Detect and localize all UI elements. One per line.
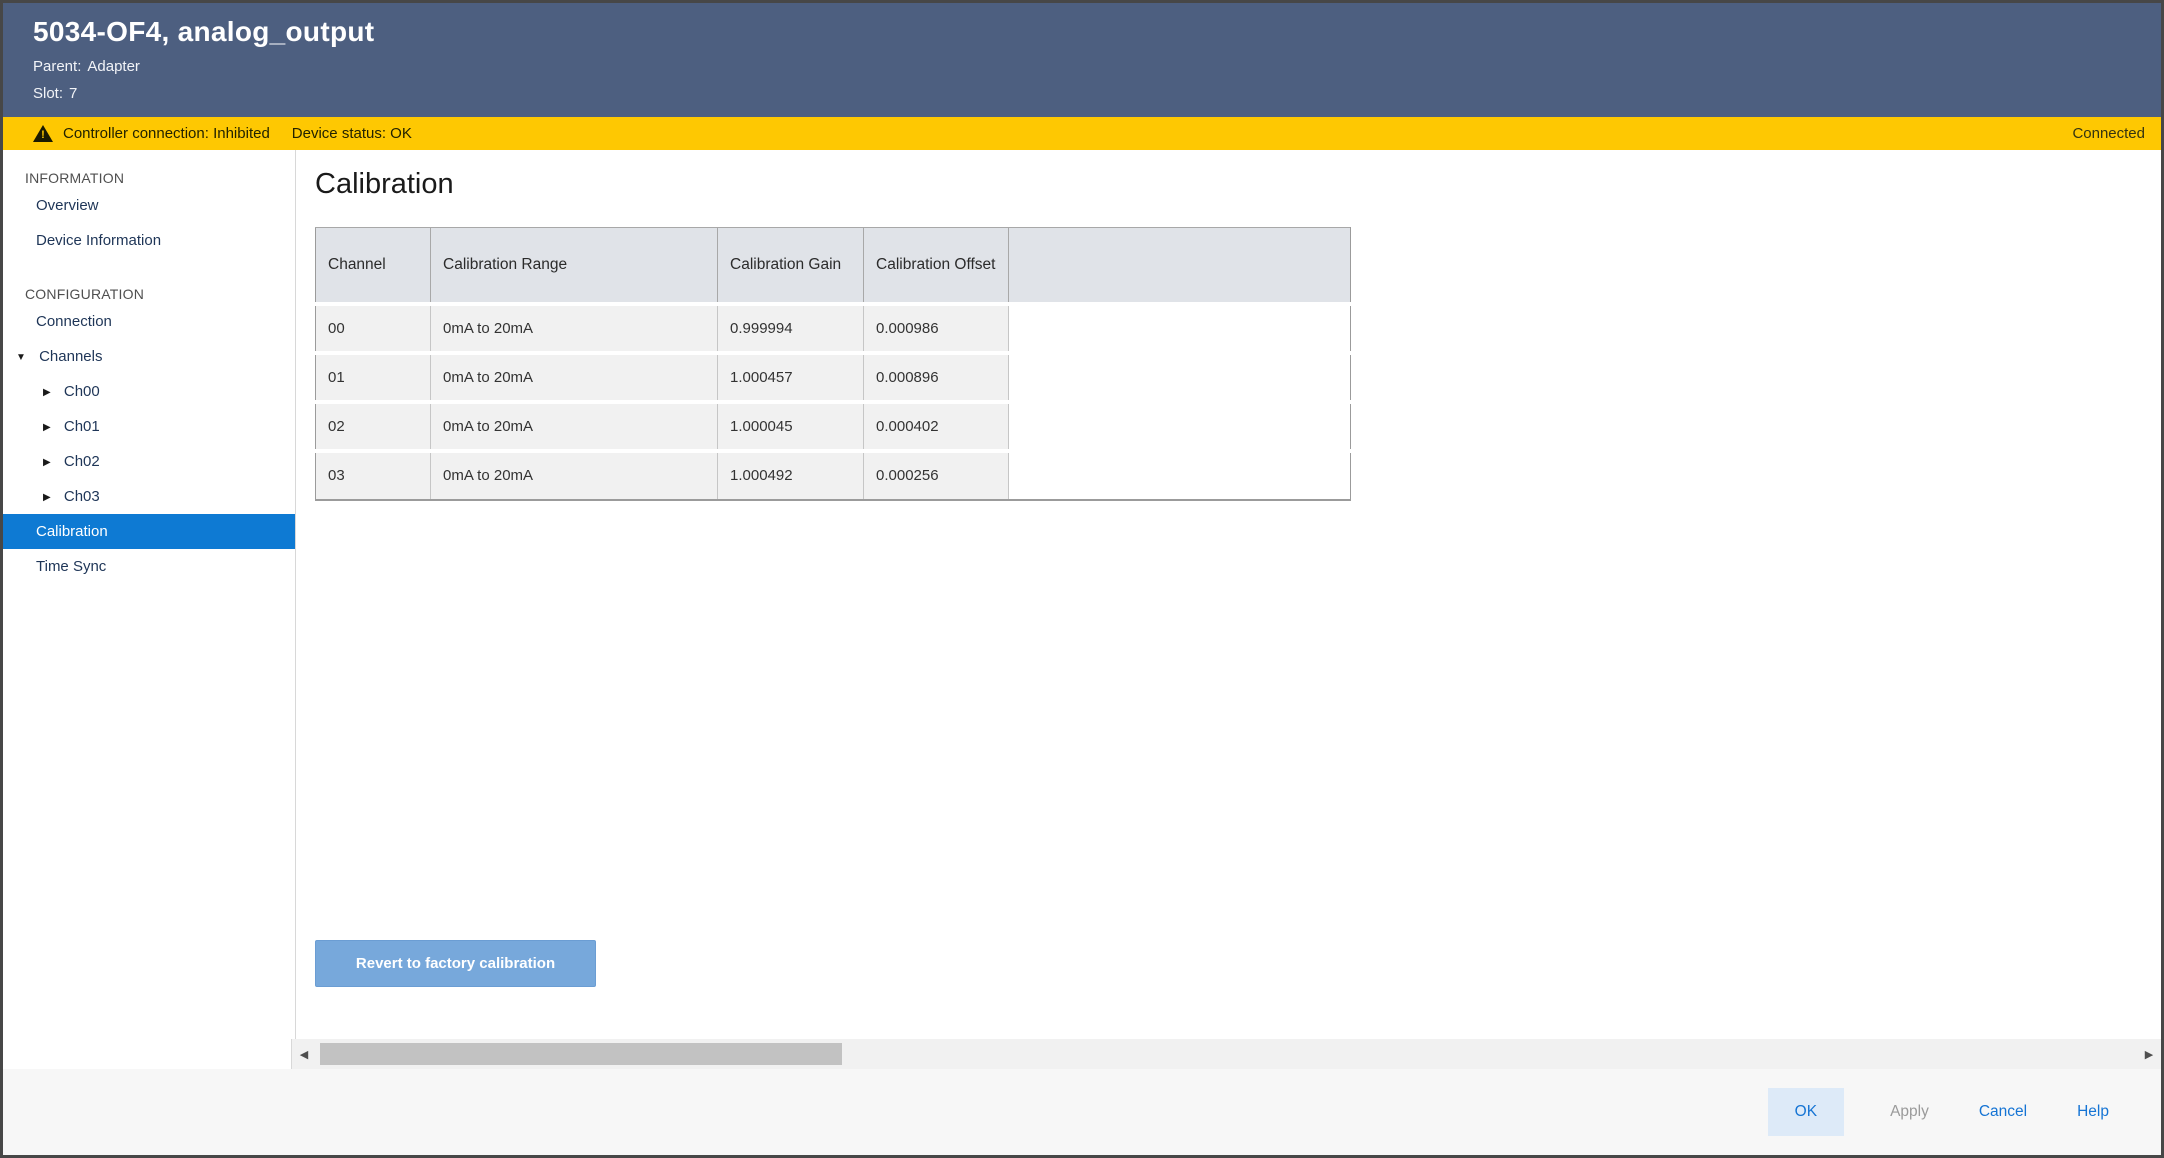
cell-channel: 01 xyxy=(316,353,431,402)
revert-to-factory-calibration-button[interactable]: Revert to factory calibration xyxy=(315,940,596,987)
sidebar: INFORMATION Overview Device Information … xyxy=(3,150,296,1039)
parent-value: Adapter xyxy=(87,58,140,75)
sidebar-item-label: Ch00 xyxy=(64,383,100,400)
scroll-right-icon[interactable]: ▶ xyxy=(2137,1048,2161,1061)
warning-mark: ! xyxy=(41,129,45,141)
col-header-calibration-range: Calibration Range xyxy=(431,228,718,304)
body-area: INFORMATION Overview Device Information … xyxy=(3,150,2161,1039)
table-row: 02 0mA to 20mA 1.000045 0.000402 xyxy=(316,402,1351,451)
sidebar-item-ch01[interactable]: ▶ Ch01 xyxy=(3,409,295,444)
cell-offset: 0.000402 xyxy=(864,402,1009,451)
sidebar-item-label: Ch03 xyxy=(64,488,100,505)
module-title: 5034-OF4, analog_output xyxy=(33,15,2161,49)
chevron-right-icon[interactable]: ▶ xyxy=(43,445,51,480)
title-bar: 5034-OF4, analog_output Parent: Adapter S… xyxy=(3,3,2161,117)
sidebar-item-label: Connection xyxy=(36,313,112,330)
ok-button[interactable]: OK xyxy=(1768,1088,1844,1136)
col-header-calibration-offset: Calibration Offset xyxy=(864,228,1009,304)
table-row: 01 0mA to 20mA 1.000457 0.000896 xyxy=(316,353,1351,402)
table-header-row: Channel Calibration Range Calibration Ga… xyxy=(316,228,1351,304)
cell-range: 0mA to 20mA xyxy=(431,304,718,353)
sidebar-section-configuration: CONFIGURATION xyxy=(25,286,295,302)
cell-blank xyxy=(1009,353,1351,402)
sidebar-item-label: Device Information xyxy=(36,232,161,249)
col-header-calibration-gain: Calibration Gain xyxy=(718,228,864,304)
sidebar-item-label: Calibration xyxy=(36,523,108,540)
parent-line: Parent: Adapter xyxy=(33,57,2161,76)
sidebar-item-label: Overview xyxy=(36,197,99,214)
cell-gain: 1.000457 xyxy=(718,353,864,402)
table-row: 00 0mA to 20mA 0.999994 0.000986 xyxy=(316,304,1351,353)
cell-range: 0mA to 20mA xyxy=(431,402,718,451)
slot-label: Slot: xyxy=(33,85,63,102)
horizontal-scrollbar[interactable]: ◀ ▶ xyxy=(292,1039,2161,1069)
slot-line: Slot: 7 xyxy=(33,84,2161,103)
sidebar-item-ch03[interactable]: ▶ Ch03 xyxy=(3,479,295,514)
cell-range: 0mA to 20mA xyxy=(431,353,718,402)
sidebar-item-label: Ch02 xyxy=(64,453,100,470)
cell-channel: 00 xyxy=(316,304,431,353)
cell-gain: 1.000492 xyxy=(718,451,864,500)
cell-channel: 02 xyxy=(316,402,431,451)
cell-blank xyxy=(1009,304,1351,353)
scrollbar-lead-space xyxy=(3,1039,292,1069)
cancel-button[interactable]: Cancel xyxy=(1975,1097,2031,1127)
chevron-right-icon[interactable]: ▶ xyxy=(43,480,51,515)
warning-triangle-icon: ! xyxy=(33,125,53,142)
cell-channel: 03 xyxy=(316,451,431,500)
cell-offset: 0.000986 xyxy=(864,304,1009,353)
sidebar-item-ch02[interactable]: ▶ Ch02 xyxy=(3,444,295,479)
main-content: Calibration Channel Calibration Range Ca… xyxy=(296,150,2161,1039)
page-title: Calibration xyxy=(315,168,2161,201)
chevron-right-icon[interactable]: ▶ xyxy=(43,375,51,410)
sidebar-item-label: Channels xyxy=(39,348,102,365)
sidebar-item-time-sync[interactable]: Time Sync xyxy=(3,549,295,584)
sidebar-item-ch00[interactable]: ▶ Ch00 xyxy=(3,374,295,409)
scrollbar-thumb[interactable] xyxy=(320,1043,842,1065)
col-header-blank xyxy=(1009,228,1351,304)
device-status: Device status: OK xyxy=(292,125,412,142)
module-properties-window: 5034-OF4, analog_output Parent: Adapter S… xyxy=(0,0,2164,1158)
table-row: 03 0mA to 20mA 1.000492 0.000256 xyxy=(316,451,1351,500)
cell-blank xyxy=(1009,402,1351,451)
sidebar-item-overview[interactable]: Overview xyxy=(3,188,295,223)
status-bar: ! Controller connection: Inhibited Devic… xyxy=(3,117,2161,150)
scrollbar-track[interactable] xyxy=(316,1039,2137,1069)
sidebar-item-connection[interactable]: Connection xyxy=(3,304,295,339)
help-button[interactable]: Help xyxy=(2073,1097,2113,1127)
chevron-right-icon[interactable]: ▶ xyxy=(43,410,51,445)
footer-bar: OK Apply Cancel Help xyxy=(3,1069,2161,1155)
parent-label: Parent: xyxy=(33,58,81,75)
chevron-down-icon[interactable]: ▼ xyxy=(16,340,26,375)
sidebar-item-calibration[interactable]: Calibration xyxy=(3,514,295,549)
sidebar-section-information: INFORMATION xyxy=(25,170,295,186)
slot-value: 7 xyxy=(69,85,77,102)
cell-gain: 1.000045 xyxy=(718,402,864,451)
cell-gain: 0.999994 xyxy=(718,304,864,353)
cell-offset: 0.000896 xyxy=(864,353,1009,402)
calibration-table: Channel Calibration Range Calibration Ga… xyxy=(315,227,1351,501)
col-header-channel: Channel xyxy=(316,228,431,304)
sidebar-item-label: Ch01 xyxy=(64,418,100,435)
cell-offset: 0.000256 xyxy=(864,451,1009,500)
sidebar-gap xyxy=(3,258,295,274)
sidebar-item-channels[interactable]: ▼ Channels xyxy=(3,339,295,374)
sidebar-item-label: Time Sync xyxy=(36,558,106,575)
connection-state: Connected xyxy=(2072,125,2145,142)
sidebar-item-device-information[interactable]: Device Information xyxy=(3,223,295,258)
scroll-left-icon[interactable]: ◀ xyxy=(292,1048,316,1061)
cell-blank xyxy=(1009,451,1351,500)
cell-range: 0mA to 20mA xyxy=(431,451,718,500)
controller-connection-status: Controller connection: Inhibited xyxy=(63,125,270,142)
horizontal-scrollbar-row: ◀ ▶ xyxy=(3,1039,2161,1069)
apply-button[interactable]: Apply xyxy=(1886,1097,1933,1127)
